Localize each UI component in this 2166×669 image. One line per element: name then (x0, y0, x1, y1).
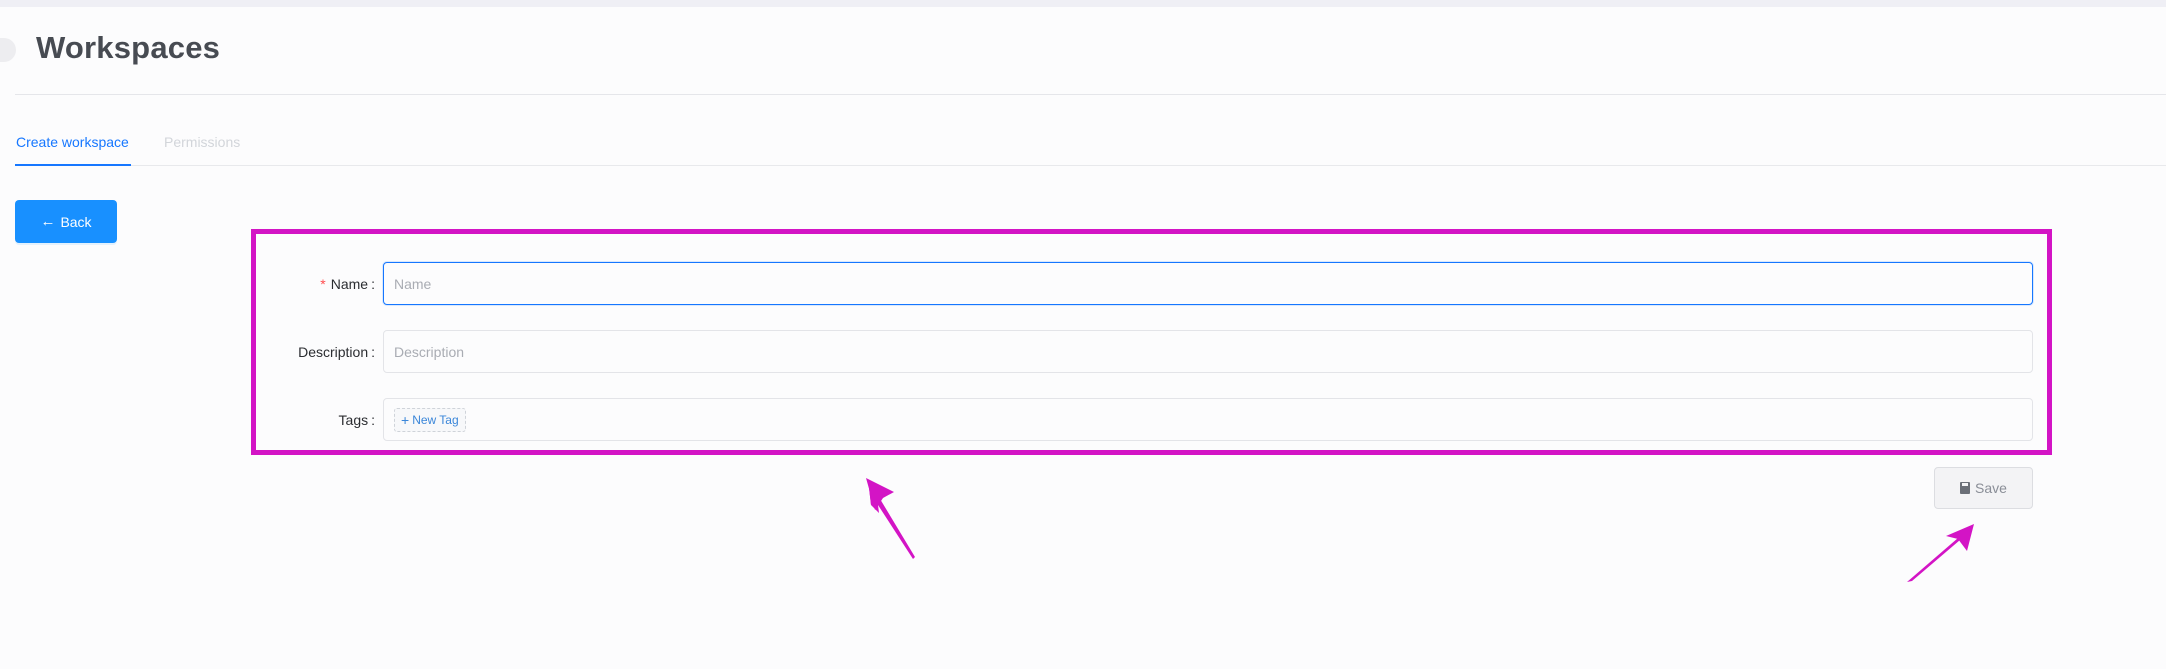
label-colon: : (371, 343, 375, 360)
sidebar-toggle[interactable] (0, 38, 16, 62)
name-label-text: Name (330, 275, 369, 292)
top-bar (0, 0, 2166, 7)
description-label: Description : (298, 330, 375, 373)
description-form-row: Description : (298, 330, 2033, 373)
label-colon: : (371, 275, 375, 292)
tags-form-row: Tags : + New Tag (339, 398, 2033, 441)
back-button-label: Back (60, 213, 92, 230)
tab-bar: Create workspace Permissions (15, 128, 2166, 166)
tags-field: + New Tag (383, 398, 2033, 441)
save-button[interactable]: Save (1934, 467, 2033, 509)
title-divider (15, 94, 2166, 95)
name-input[interactable] (383, 262, 2033, 305)
tab-create-workspace[interactable]: Create workspace (15, 134, 131, 166)
plus-icon: + (401, 411, 410, 428)
label-colon: : (371, 411, 375, 428)
annotation-arrow-save-icon (1907, 524, 1974, 582)
back-button[interactable]: ← Back (15, 200, 117, 243)
tags-label: Tags : (339, 398, 375, 441)
description-label-text: Description (298, 343, 369, 360)
arrow-left-icon: ← (40, 213, 56, 230)
description-input[interactable] (383, 330, 2033, 373)
required-mark: * (320, 275, 326, 292)
annotation-arrow-form-icon (866, 478, 915, 559)
new-tag-button[interactable]: + New Tag (394, 407, 466, 432)
tags-label-text: Tags (338, 411, 369, 428)
name-label: * Name : (320, 262, 375, 305)
save-button-label: Save (1975, 480, 2007, 496)
new-tag-label: New Tag (412, 412, 459, 427)
page-title: Workspaces (36, 30, 221, 65)
save-icon (1960, 482, 1971, 494)
tab-permissions: Permissions (164, 134, 241, 150)
name-form-row: * Name : (320, 262, 2033, 305)
